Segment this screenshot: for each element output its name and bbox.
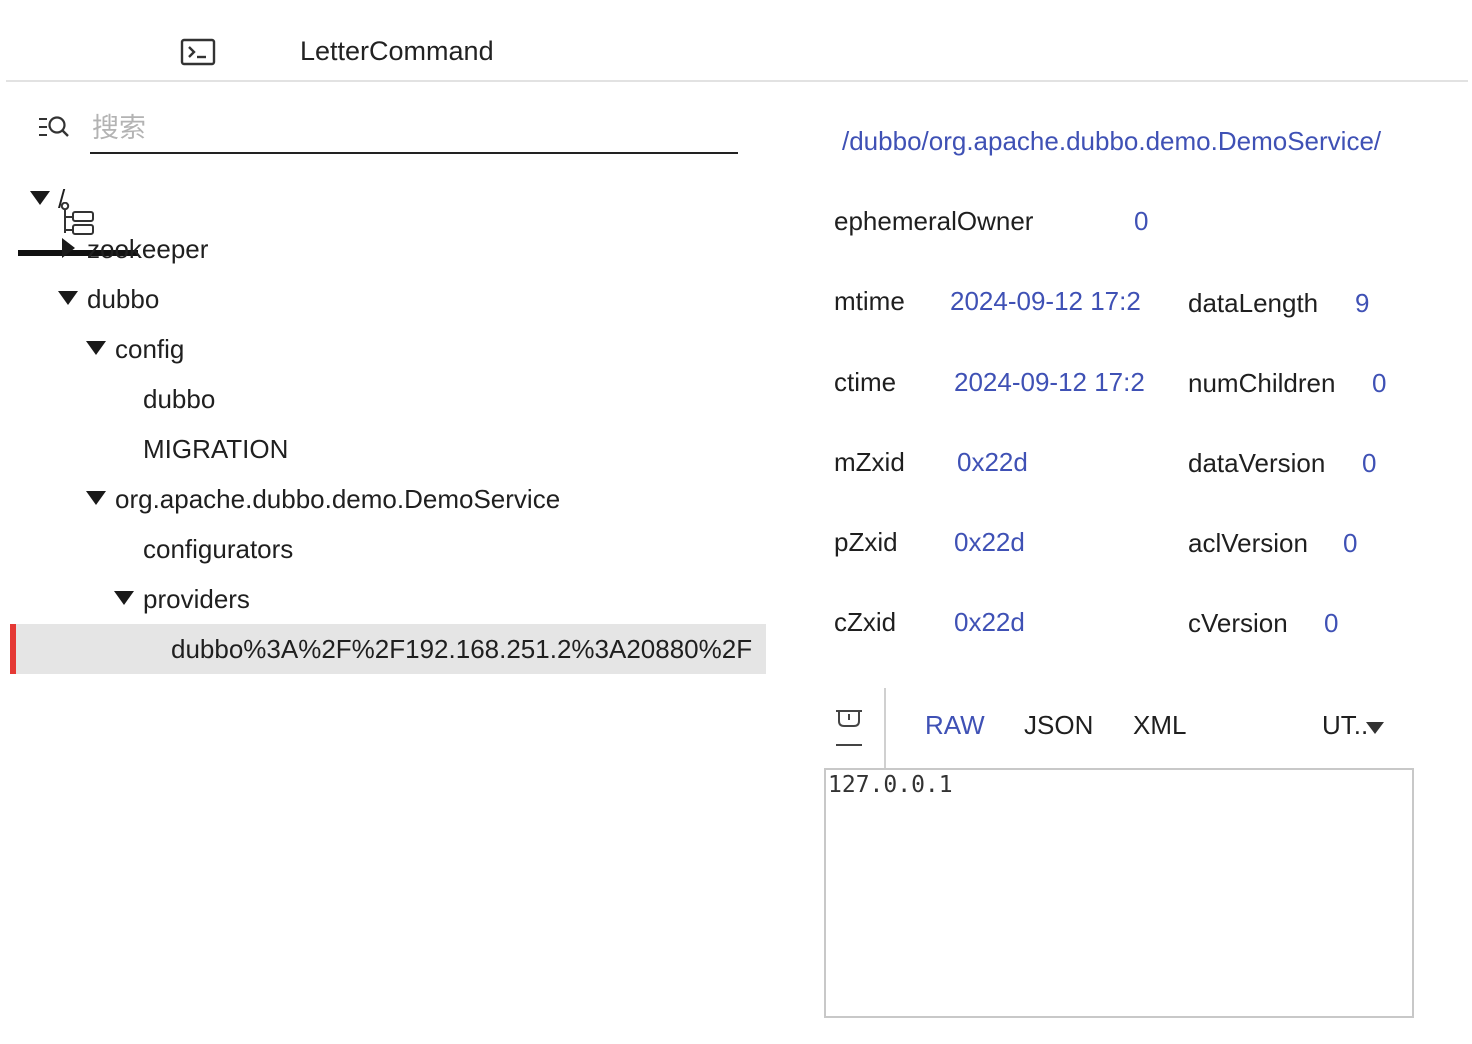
tree-node-configurators[interactable]: configurators	[0, 524, 770, 574]
tree-node-provider-selected[interactable]: dubbo%3A%2F%2F192.168.251.2%3A20880%2F	[10, 624, 766, 674]
stat-value-cversion: 0	[1324, 608, 1339, 638]
stat-value-czxid: 0x22d	[954, 607, 1025, 637]
tree-node-config[interactable]: config	[0, 324, 770, 374]
tree-node-label: config	[115, 334, 185, 364]
tab-bar: LetterCommand	[6, 0, 1468, 256]
format-xml-button[interactable]: XML	[1133, 710, 1186, 741]
stat-label-ephemeral-owner: ephemeralOwner	[834, 206, 1034, 236]
stat-value-ephemeral-owner: 0	[1134, 206, 1149, 236]
stat-label-data-length: dataLength	[1188, 288, 1319, 318]
encoding-select[interactable]: UT..	[1322, 710, 1368, 741]
tree-node-label: MIGRATION	[143, 434, 289, 464]
stat-value-data-length: 9	[1355, 288, 1370, 318]
tab-letter-command[interactable]: LetterCommand	[286, 0, 516, 80]
terminal-icon	[180, 38, 216, 66]
tree-node-dubbo[interactable]: dubbo	[0, 274, 770, 324]
stat-label-mzxid: mZxid	[834, 447, 905, 477]
tree-node-label: zookeeper	[87, 234, 209, 264]
caret-down-icon[interactable]	[58, 291, 78, 305]
tree-node-label: org.apache.dubbo.demo.DemoService	[115, 484, 561, 514]
tree-node-migration[interactable]: MIGRATION	[0, 424, 770, 474]
stat-label-data-version: dataVersion	[1188, 448, 1326, 478]
tree-node-label: dubbo	[87, 284, 160, 314]
stat-label-mtime: mtime	[834, 286, 905, 316]
tree-node-demo-service[interactable]: org.apache.dubbo.demo.DemoService	[0, 474, 770, 524]
stat-label-acl-version: aclVersion	[1188, 528, 1308, 558]
stat-value-pzxid: 0x22d	[954, 527, 1025, 557]
node-path[interactable]: /dubbo/org.apache.dubbo.demo.DemoService…	[842, 126, 1381, 157]
search-input[interactable]	[90, 104, 738, 154]
stat-label-czxid: cZxid	[834, 607, 897, 637]
node-tree: / zookeeper dubbo config dubbo MIGRATION…	[0, 174, 770, 674]
stat-value-data-version: 0	[1362, 448, 1377, 478]
tree-node-label: providers	[143, 584, 250, 614]
tab-letter-command-label: LetterCommand	[300, 36, 494, 66]
caret-down-icon[interactable]	[114, 591, 134, 605]
caret-down-icon[interactable]	[86, 491, 106, 505]
search-filter-icon	[39, 116, 69, 137]
caret-right-icon[interactable]	[62, 238, 75, 258]
stat-label-num-children: numChildren	[1188, 368, 1336, 398]
toolbar-divider	[884, 688, 886, 768]
stat-value-num-children: 0	[1372, 368, 1386, 398]
tree-node-zookeeper[interactable]: zookeeper	[0, 224, 770, 274]
save-icon[interactable]	[834, 708, 864, 748]
stat-label-pzxid: pZxid	[834, 527, 898, 557]
caret-down-icon[interactable]	[30, 191, 50, 205]
node-data-editor[interactable]: 127.0.0.1	[824, 768, 1414, 1018]
stat-value-mzxid: 0x22d	[957, 447, 1028, 477]
stat-value-acl-version: 0	[1343, 528, 1358, 558]
format-raw-button[interactable]: RAW	[925, 710, 985, 741]
stat-label-ctime: ctime	[834, 367, 897, 397]
tab-terminal[interactable]	[158, 0, 238, 80]
tree-node-config-dubbo[interactable]: dubbo	[0, 374, 770, 424]
stat-value-ctime: 2024-09-12 17:2	[954, 367, 1145, 397]
app-root: LetterCommand / zookeeper dubbo config d…	[0, 0, 1472, 1044]
stat-value-mtime: 2024-09-12 17:2	[950, 286, 1141, 316]
format-json-button[interactable]: JSON	[1024, 710, 1093, 741]
caret-down-icon[interactable]	[86, 341, 106, 355]
tree-node-label: dubbo%3A%2F%2F192.168.251.2%3A20880%2F	[171, 634, 753, 664]
tree-node-root[interactable]: /	[0, 174, 770, 224]
tree-node-label: configurators	[143, 534, 294, 564]
tree-node-label: /	[58, 184, 66, 214]
tree-node-label: dubbo	[143, 384, 216, 414]
tree-node-providers[interactable]: providers	[0, 574, 770, 624]
chevron-down-icon[interactable]	[1366, 722, 1384, 734]
stat-label-cversion: cVersion	[1188, 608, 1288, 638]
